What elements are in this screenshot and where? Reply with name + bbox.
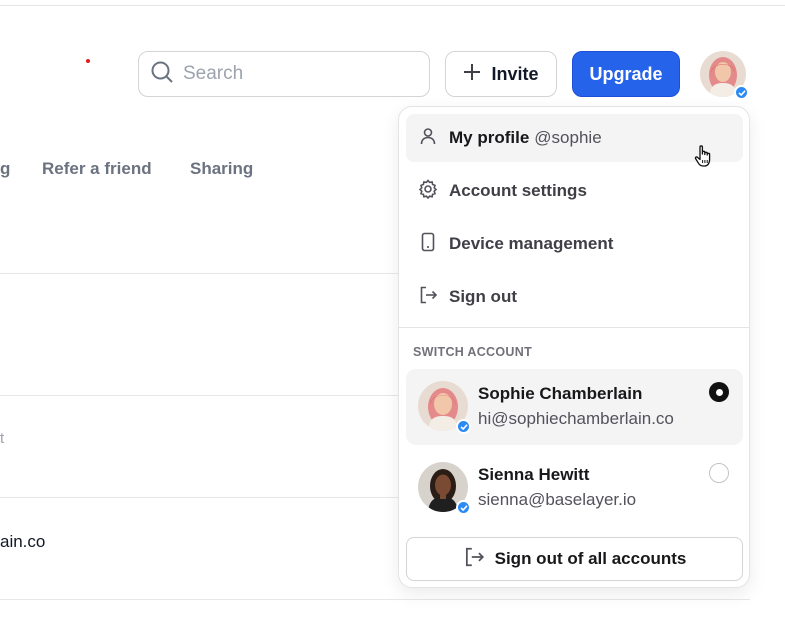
hand-cursor-icon — [694, 144, 714, 173]
invite-button[interactable]: Invite — [445, 51, 557, 97]
account-option-sophie[interactable]: Sophie Chamberlain hi@sophiechamberlain.… — [406, 369, 743, 445]
account-avatar — [418, 462, 471, 515]
row-fragment: t — [0, 430, 5, 447]
upgrade-button[interactable]: Upgrade — [572, 51, 680, 97]
menu-item-label: Device management — [449, 234, 614, 253]
user-avatar-button[interactable] — [700, 51, 749, 100]
account-email: sienna@baselayer.io — [478, 490, 637, 509]
account-dropdown-menu: My profile @sophie Account settings Devi… — [398, 106, 750, 588]
gear-icon — [418, 178, 438, 204]
menu-item-account-settings[interactable]: Account settings — [406, 167, 743, 215]
search-icon — [150, 60, 174, 89]
sign-out-icon — [463, 546, 485, 573]
search-input[interactable]: Search — [138, 51, 430, 97]
menu-item-label: Account settings — [449, 181, 587, 200]
sign-out-all-button[interactable]: Sign out of all accounts — [406, 537, 743, 581]
account-option-sienna[interactable]: Sienna Hewitt sienna@baselayer.io — [406, 450, 743, 526]
tab-partial[interactable]: g — [0, 159, 10, 179]
menu-item-label: My profile — [449, 128, 530, 147]
account-name: Sophie Chamberlain — [478, 384, 643, 403]
menu-item-label: Sign out — [449, 287, 517, 306]
phone-icon — [418, 232, 438, 257]
invite-label: Invite — [491, 63, 539, 84]
search-placeholder: Search — [183, 63, 244, 84]
tab-sharing[interactable]: Sharing — [190, 159, 253, 179]
verified-badge-icon — [456, 500, 471, 515]
menu-item-device-management[interactable]: Device management — [406, 220, 743, 268]
menu-divider — [399, 327, 749, 328]
account-radio-selected[interactable] — [709, 382, 729, 402]
account-avatar — [418, 381, 471, 434]
divider — [0, 395, 400, 396]
divider — [0, 497, 400, 498]
switch-account-heading: SWITCH ACCOUNT — [413, 345, 533, 359]
account-name: Sienna Hewitt — [478, 465, 590, 484]
notification-dot — [86, 59, 90, 63]
tab-refer-a-friend[interactable]: Refer a friend — [42, 159, 152, 179]
menu-item-my-profile[interactable]: My profile @sophie — [406, 114, 743, 162]
divider — [0, 599, 750, 600]
divider — [0, 273, 400, 274]
sign-out-all-label: Sign out of all accounts — [494, 549, 687, 568]
top-divider — [0, 5, 785, 6]
profile-handle: @sophie — [534, 128, 602, 147]
menu-item-sign-out[interactable]: Sign out — [406, 273, 743, 321]
account-email: hi@sophiechamberlain.co — [478, 409, 674, 428]
plus-icon — [463, 63, 481, 86]
verified-badge-icon — [734, 85, 749, 100]
account-radio-unselected[interactable] — [709, 463, 729, 483]
sign-out-icon — [418, 285, 438, 310]
verified-badge-icon — [456, 419, 471, 434]
user-icon — [418, 126, 438, 151]
row-email-fragment: ain.co — [0, 532, 46, 551]
